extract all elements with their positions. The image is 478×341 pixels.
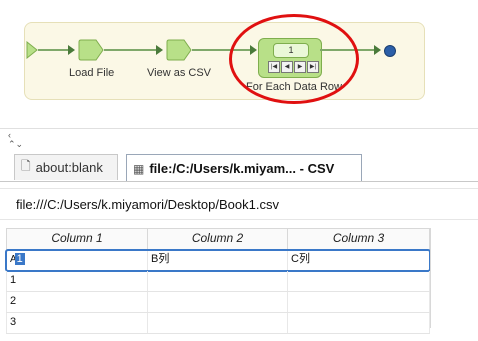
table-cell[interactable]: B列 xyxy=(148,250,288,270)
tab-label: file:/C:/Users/k.miyam... - CSV xyxy=(149,161,335,176)
grid-icon: ▦ xyxy=(133,161,145,176)
tab-label: about:blank xyxy=(35,160,103,175)
table-cell[interactable]: 3 xyxy=(6,313,148,333)
connector-line xyxy=(104,49,156,51)
table-header: Column 1 Column 2 Column 3 xyxy=(6,228,430,250)
collapse-expand-icon[interactable]: ‹ ⌃⌄ xyxy=(8,131,23,149)
table-cell[interactable] xyxy=(148,271,288,291)
table-cell[interactable]: 1 xyxy=(6,271,148,291)
connector-arrow-icon xyxy=(68,45,75,55)
view-as-csv-label: View as CSV xyxy=(147,67,211,79)
connector-arrow-icon xyxy=(156,45,163,55)
table-edge xyxy=(430,228,431,328)
column-header[interactable]: Column 1 xyxy=(6,229,148,249)
connector-line xyxy=(38,49,68,51)
table-row[interactable]: 3 xyxy=(6,313,430,334)
table-cell[interactable]: 2 xyxy=(6,292,148,312)
table-cell[interactable] xyxy=(288,313,430,333)
csv-table: Column 1 Column 2 Column 3 A1 B列 C列 1 2 … xyxy=(5,228,431,334)
address-field[interactable]: file:///C:/Users/k.miyamori/Desktop/Book… xyxy=(0,188,478,220)
column-header[interactable]: Column 2 xyxy=(148,229,288,249)
tab-underline xyxy=(0,181,478,182)
page-icon: 🗋 xyxy=(21,159,31,173)
panel-divider[interactable] xyxy=(0,128,478,129)
table-cell[interactable] xyxy=(288,271,430,291)
table-row-selected[interactable]: A1 B列 C列 xyxy=(5,249,431,272)
table-cell[interactable]: A1 xyxy=(6,250,148,270)
tab-bar: 🗋 about:blank ▦ file:/C:/Users/k.miyam..… xyxy=(0,154,478,182)
tab-about-blank[interactable]: 🗋 about:blank xyxy=(14,154,118,180)
table-cell[interactable] xyxy=(148,313,288,333)
end-node-icon[interactable] xyxy=(384,45,396,57)
load-file-label: Load File xyxy=(69,67,115,79)
start-chevron-icon xyxy=(26,41,38,59)
load-file-node-icon[interactable] xyxy=(78,39,104,61)
column-header[interactable]: Column 3 xyxy=(288,229,430,249)
highlight-circle xyxy=(229,14,359,104)
workflow-canvas: Load File View as CSV 1 |◀ ◀ ▶ ▶| For Ea… xyxy=(0,0,478,128)
table-row[interactable]: 1 xyxy=(6,271,430,292)
table-row[interactable]: 2 xyxy=(6,292,430,313)
tab-csv[interactable]: ▦ file:/C:/Users/k.miyam... - CSV xyxy=(126,154,362,182)
table-cell[interactable]: C列 xyxy=(288,250,430,270)
table-cell[interactable] xyxy=(288,292,430,312)
connector-arrow-icon xyxy=(374,45,381,55)
selected-cell-text: 1 xyxy=(14,253,25,265)
workflow-panel xyxy=(24,22,425,100)
table-cell[interactable] xyxy=(148,292,288,312)
view-as-csv-node-icon[interactable] xyxy=(166,39,192,61)
